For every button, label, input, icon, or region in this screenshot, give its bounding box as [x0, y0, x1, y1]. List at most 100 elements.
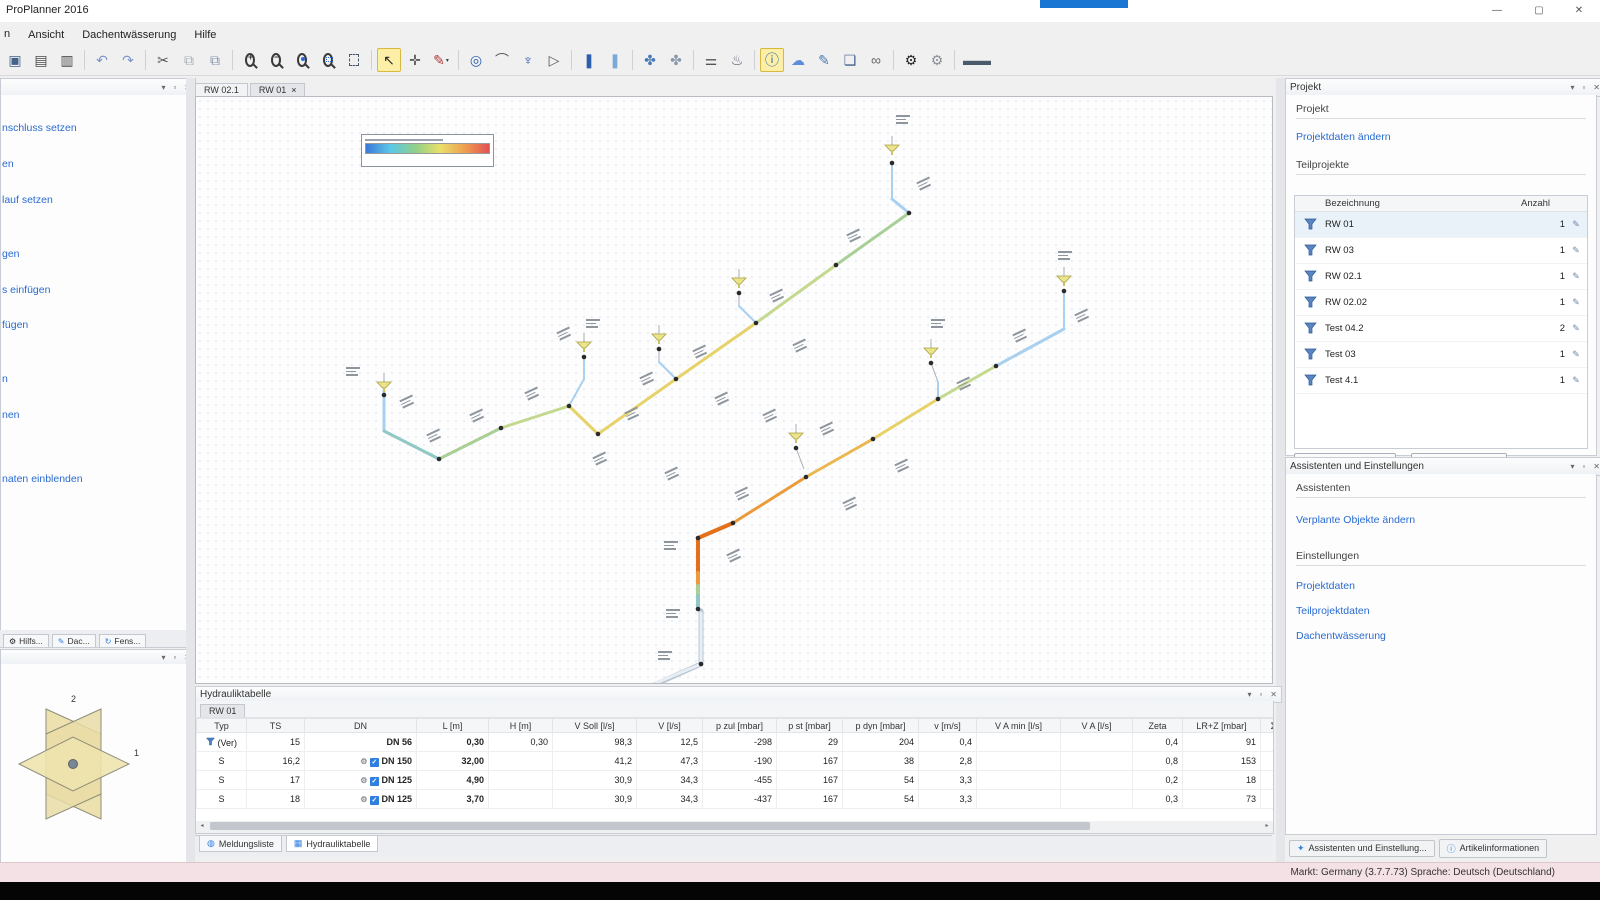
panel-close-icon[interactable]: ✕ [1593, 462, 1600, 471]
panel-dropdown-icon[interactable]: ▾ [1570, 83, 1574, 92]
workplane-viewer[interactable]: 2 1 [0, 664, 188, 863]
task-link-3[interactable]: gen [2, 248, 20, 260]
brush-icon[interactable]: ✎ [1565, 297, 1587, 308]
hydraulik-table[interactable]: TypTSDNL [m]H [m]V Soll [l/s]V [l/s]p zu… [196, 718, 1274, 809]
menu-item-dachentwsserung[interactable]: Dachentwässerung [73, 26, 185, 44]
annotate-pen-button[interactable]: ✎ [812, 48, 836, 72]
left-tab-1[interactable]: ✎Dac... [52, 634, 96, 647]
hydraulik-tab[interactable]: RW 01 [200, 704, 245, 717]
undo-button[interactable]: ↶ [90, 48, 114, 72]
settings-link-2[interactable]: Dachentwässerung [1296, 630, 1386, 642]
teilprojekt-row-5[interactable]: Test 031✎ [1295, 342, 1587, 368]
column-header[interactable]: Zeta [1133, 719, 1183, 733]
right-splitter[interactable] [1276, 78, 1285, 862]
column-header[interactable]: LR+Z [mbar] [1183, 719, 1261, 733]
column-header[interactable]: V Soll [l/s] [553, 719, 637, 733]
left-splitter[interactable] [186, 78, 195, 862]
brush-icon[interactable]: ✎ [1565, 349, 1587, 360]
scrollbar-thumb[interactable] [210, 822, 1090, 830]
report-button[interactable]: ▥ [55, 48, 79, 72]
column-header[interactable]: p dyn [mbar] [843, 719, 919, 733]
settings-button[interactable]: ⚙ [899, 48, 923, 72]
table-row[interactable]: S18⚙ ✓ DN 1253,7030,934,3-437167543,30,3… [197, 790, 1275, 809]
column-header[interactable]: V A min [l/s] [977, 719, 1061, 733]
teilprojekt-row-4[interactable]: Test 04.22✎ [1295, 316, 1587, 342]
brush-icon[interactable]: ✎ [1565, 375, 1587, 386]
connect-b-button[interactable]: ✤ [664, 48, 688, 72]
close-button[interactable]: ✕ [1564, 3, 1594, 19]
scroll-right-arrow[interactable]: ▸ [1262, 822, 1272, 831]
save-button[interactable]: ▣ [3, 48, 27, 72]
cut-button[interactable]: ✂ [151, 48, 175, 72]
panel-pin-icon[interactable]: ▫ [173, 83, 176, 92]
settings-alt-button[interactable]: ⚙ [925, 48, 949, 72]
scroll-left-arrow[interactable]: ◂ [197, 822, 207, 831]
zoom-extents-button[interactable] [342, 48, 366, 72]
column-header[interactable]: TS [247, 719, 305, 733]
polygon-button[interactable]: ▷ [542, 48, 566, 72]
brush-icon[interactable]: ✎ [1565, 219, 1587, 230]
copy-button[interactable]: ⧉ [177, 48, 201, 72]
zoom-window-button[interactable] [316, 48, 340, 72]
task-link-5[interactable]: fügen [2, 319, 28, 331]
drawing-canvas[interactable] [195, 96, 1273, 684]
panel-dropdown-icon[interactable]: ▾ [1570, 462, 1574, 471]
tab-close-icon[interactable]: × [291, 85, 296, 95]
brush-icon[interactable]: ✎ [1565, 245, 1587, 256]
roof-drain-button[interactable]: ♆ [516, 48, 540, 72]
paste-button[interactable]: ⧉ [203, 48, 227, 72]
info-button[interactable]: ⓘ [760, 48, 784, 72]
table-row[interactable]: (Ver)15DN 560,300,3098,312,5-298292040,4… [197, 733, 1275, 752]
column-header[interactable]: V [l/s] [637, 719, 703, 733]
column-header[interactable]: Typ [197, 719, 247, 733]
column-header[interactable]: H [m] [489, 719, 553, 733]
maximize-button[interactable]: ▢ [1524, 3, 1554, 19]
task-link-4[interactable]: s einfügen [2, 284, 50, 296]
menu-item-hilfe[interactable]: Hilfe [185, 26, 225, 44]
teilprojekt-row-1[interactable]: RW 031✎ [1295, 238, 1587, 264]
table-row[interactable]: S16,2⚙ ✓ DN 15032,0041,247,3-190167382,8… [197, 752, 1275, 771]
task-link-7[interactable]: nen [2, 409, 20, 421]
panel-dropdown-icon[interactable]: ▾ [161, 83, 165, 92]
menu-item-ansicht[interactable]: Ansicht [19, 26, 73, 44]
task-link-1[interactable]: en [2, 158, 14, 170]
brush-icon[interactable]: ✎ [1565, 271, 1587, 282]
panel-close-icon[interactable]: ✕ [1593, 83, 1600, 92]
coil-button[interactable]: ♨ [725, 48, 749, 72]
panel-dropdown-icon[interactable]: ▾ [161, 653, 165, 662]
zoom-in-button[interactable] [238, 48, 262, 72]
check-icon[interactable]: ✓ [370, 777, 379, 786]
arc-pipe-button[interactable]: ⌒ [490, 48, 514, 72]
teilprojekt-row-2[interactable]: RW 02.11✎ [1295, 264, 1587, 290]
minimize-button[interactable]: — [1482, 3, 1512, 19]
panel-toggle-button[interactable]: ▬▬ [960, 48, 994, 72]
panel-close-icon[interactable]: ✕ [1270, 690, 1277, 699]
settings-link-1[interactable]: Teilprojektdaten [1296, 605, 1370, 617]
column-header[interactable]: L [m] [417, 719, 489, 733]
task-link-6[interactable]: n [2, 373, 8, 385]
table-row[interactable]: S17⚙ ✓ DN 1254,9030,934,3-455167543,30,2… [197, 771, 1275, 790]
lasso-select-button[interactable]: ✛ [403, 48, 427, 72]
left-tab-0[interactable]: ⚙Hilfs... [3, 634, 49, 647]
right-bottom-tab-0[interactable]: ✦Assistenten und Einstellung... [1289, 840, 1435, 857]
drawing-tab-rw021[interactable]: RW 02.1 [195, 83, 248, 96]
redo-button[interactable]: ↷ [116, 48, 140, 72]
brush-icon[interactable]: ✎ [1565, 323, 1587, 334]
panel-dropdown-icon[interactable]: ▾ [1247, 690, 1251, 699]
draw-pen-button[interactable]: ✎▾ [429, 48, 453, 72]
teilprojekt-row-3[interactable]: RW 02.021✎ [1295, 290, 1587, 316]
export-button[interactable]: ❏ [838, 48, 862, 72]
check-icon[interactable]: ✓ [370, 758, 379, 767]
vertical-pipe-button[interactable]: ❚ [577, 48, 601, 72]
task-link-2[interactable]: lauf setzen [2, 194, 53, 206]
right-bottom-tab-1[interactable]: ⓘArtikelinformationen [1439, 839, 1548, 858]
panel-pin-icon[interactable]: ▫ [173, 653, 176, 662]
col-bezeichnung[interactable]: Bezeichnung [1325, 198, 1521, 209]
panel-pin-icon[interactable]: ▫ [1259, 690, 1262, 699]
cloud-button[interactable]: ☁ [786, 48, 810, 72]
select-cursor-button[interactable]: ↖ [377, 48, 401, 72]
panel-pin-icon[interactable]: ▫ [1582, 83, 1585, 92]
zoom-out-button[interactable] [264, 48, 288, 72]
settings-link-0[interactable]: Projektdaten [1296, 580, 1355, 592]
task-link-8[interactable]: naten einblenden [2, 473, 83, 485]
